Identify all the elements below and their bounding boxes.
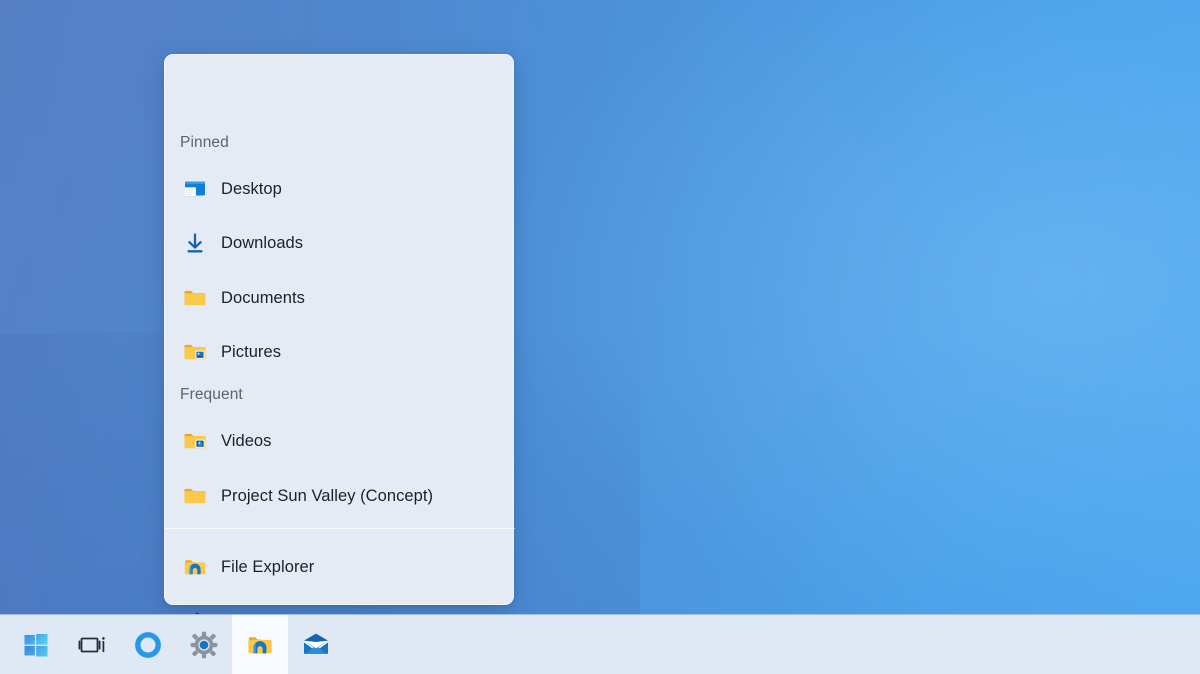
taskbar-button-cortana[interactable] xyxy=(120,615,176,674)
taskbar xyxy=(0,614,1200,674)
cortana-ring-icon xyxy=(133,630,163,660)
menu-item-desktop[interactable]: Desktop xyxy=(173,168,505,210)
menu-item-label: Downloads xyxy=(221,234,303,253)
taskbar-button-mail[interactable] xyxy=(288,615,344,674)
gear-icon xyxy=(189,630,219,660)
taskbar-button-start[interactable] xyxy=(8,615,64,674)
menu-item-label: Pictures xyxy=(221,343,281,362)
file-explorer-icon xyxy=(244,629,276,661)
menu-item-file-explorer[interactable]: File Explorer xyxy=(173,546,505,588)
windows-logo-icon xyxy=(21,630,51,660)
folder-icon xyxy=(181,284,209,312)
menu-item-downloads[interactable]: Downloads xyxy=(173,222,505,264)
menu-item-videos[interactable]: Videos xyxy=(173,420,505,462)
download-arrow-icon xyxy=(181,229,209,257)
menu-item-label: Documents xyxy=(221,289,305,308)
file-explorer-icon xyxy=(181,553,209,581)
menu-item-label: Desktop xyxy=(221,180,282,199)
menu-item-label: Project Sun Valley (Concept) xyxy=(221,487,433,506)
menu-item-label: Videos xyxy=(221,432,271,451)
folder-icon xyxy=(181,482,209,510)
section-header-pinned: Pinned xyxy=(165,134,229,152)
menu-item-pictures[interactable]: Pictures xyxy=(173,331,505,373)
menu-separator xyxy=(165,528,515,529)
menu-item-label: File Explorer xyxy=(221,558,314,577)
desktop-wallpaper: Pinned Desktop xyxy=(0,0,1200,674)
taskbar-button-file-explorer[interactable] xyxy=(232,615,288,674)
task-view-icon xyxy=(77,630,107,660)
taskbar-button-task-view[interactable] xyxy=(64,615,120,674)
menu-item-project-sun-valley[interactable]: Project Sun Valley (Concept) xyxy=(173,475,505,517)
mail-envelope-icon xyxy=(301,630,331,660)
folder-videos-icon xyxy=(181,427,209,455)
desktop-monitor-icon xyxy=(181,175,209,203)
taskbar-button-settings[interactable] xyxy=(176,615,232,674)
file-explorer-jumplist: Pinned Desktop xyxy=(164,54,514,605)
menu-item-documents[interactable]: Documents xyxy=(173,277,505,319)
section-header-frequent: Frequent xyxy=(165,386,243,404)
folder-pictures-icon xyxy=(181,338,209,366)
